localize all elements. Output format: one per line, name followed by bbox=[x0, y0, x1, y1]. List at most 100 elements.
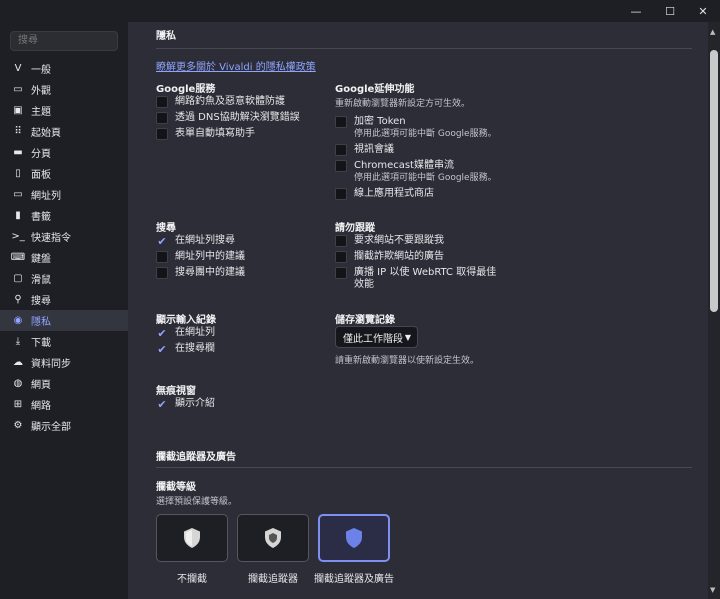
close-button[interactable]: ✕ bbox=[686, 0, 720, 22]
checkbox-row[interactable]: ✔ 在搜尋欄 bbox=[156, 343, 215, 355]
scrollbar[interactable]: ▲ ▼ bbox=[708, 22, 720, 599]
maximize-button[interactable]: ☐ bbox=[653, 0, 687, 22]
checkbox[interactable] bbox=[335, 235, 347, 247]
checkbox-text: 在網址列 bbox=[175, 327, 215, 339]
checkbox-checked[interactable]: ✔ bbox=[156, 327, 168, 339]
checkbox-row[interactable]: 線上應用程式商店 bbox=[335, 188, 434, 200]
private-window-title: 無痕視窗 bbox=[156, 386, 196, 397]
checkbox-row[interactable]: 網址列中的建議 bbox=[156, 251, 245, 263]
sidebar-item[interactable]: ⤓ 下載 bbox=[0, 331, 128, 352]
blocking-option-card[interactable] bbox=[156, 514, 228, 562]
sidebar-item[interactable]: ⚲ 搜尋 bbox=[0, 289, 128, 310]
checkbox-label: 在網址列搜尋 bbox=[175, 235, 235, 246]
browsing-history-select[interactable]: 僅此工作階段 ▼ bbox=[335, 326, 418, 348]
sidebar-item[interactable]: V 一般 bbox=[0, 58, 128, 79]
checkbox-row[interactable]: 表單自動填寫助手 bbox=[156, 128, 255, 140]
checkbox-checked[interactable]: ✔ bbox=[156, 398, 168, 410]
quick-command-icon: >_ bbox=[11, 231, 25, 242]
keyboard-icon: ⌨ bbox=[10, 252, 26, 263]
bookmark-icon: ▮ bbox=[15, 210, 21, 221]
search-title: 搜尋 bbox=[156, 223, 176, 234]
sidebar-item[interactable]: ☁ 資料同步 bbox=[0, 352, 128, 373]
checkbox-row[interactable]: Chromecast媒體串流 停用此選項可能中斷 Google服務。 bbox=[335, 160, 497, 184]
checkbox-label: 廣播 IP 以使 WebRTC 取得最佳效能 bbox=[354, 267, 497, 290]
sidebar-item-label: 滑鼠 bbox=[31, 275, 51, 286]
minimize-button[interactable]: — bbox=[619, 0, 653, 22]
checkbox-row[interactable]: 透過 DNS協助解決瀏覽錯誤 bbox=[156, 112, 300, 124]
checkbox-text: Chromecast媒體串流 停用此選項可能中斷 Google服務。 bbox=[354, 160, 497, 184]
sidebar-item[interactable]: ▬ 分頁 bbox=[0, 142, 128, 163]
sidebar-item[interactable]: ▭ 外觀 bbox=[0, 79, 128, 100]
scroll-thumb[interactable] bbox=[710, 50, 718, 312]
checkbox-text: 攔截詐欺網站的廣告 bbox=[354, 251, 444, 263]
checkbox-label: 表單自動填寫助手 bbox=[175, 128, 255, 139]
checkbox-row[interactable]: ✔ 在網址列搜尋 bbox=[156, 235, 235, 247]
checkbox-label: 視訊會議 bbox=[354, 144, 394, 155]
blocking-level-title: 攔截等級 bbox=[156, 482, 196, 493]
sidebar-item[interactable]: ▭ 網址列 bbox=[0, 184, 128, 205]
shield-icon bbox=[346, 528, 362, 548]
folder-icon: ▭ bbox=[13, 84, 23, 95]
settings-nav: V 一般 ▭ 外觀 ▣ 主題 ⠿ 起始頁 ▬ 分頁 ▯ 面板 ▭ 網址列 ▮ 書籤 >_ 快速指令 ⌨ 鍵盤 ▢ 滑鼠 ⚲ 搜… bbox=[0, 58, 128, 436]
checkmark-icon: ✔ bbox=[157, 342, 167, 356]
checkbox[interactable] bbox=[335, 188, 347, 200]
sidebar-item[interactable]: ▢ 滑鼠 bbox=[0, 268, 128, 289]
checkbox-text: 表單自動填寫助手 bbox=[175, 128, 255, 140]
sidebar-item-label: 網址列 bbox=[31, 191, 61, 202]
browsing-history-title: 儲存瀏覽記錄 bbox=[335, 315, 395, 326]
checkbox[interactable] bbox=[156, 96, 168, 108]
checkbox-text: 透過 DNS協助解決瀏覽錯誤 bbox=[175, 112, 300, 124]
sidebar-item-label: 網路 bbox=[31, 401, 51, 412]
checkbox-label: 顯示介紹 bbox=[175, 398, 215, 409]
checkbox-row[interactable]: ✔ 顯示介紹 bbox=[156, 398, 215, 410]
checkbox[interactable] bbox=[335, 160, 347, 172]
checkbox-row[interactable]: 廣播 IP 以使 WebRTC 取得最佳效能 bbox=[335, 267, 505, 291]
checkbox-row[interactable]: ✔ 在網址列 bbox=[156, 327, 215, 339]
checkbox[interactable] bbox=[335, 144, 347, 156]
sidebar-item[interactable]: ◉ 隱私 bbox=[0, 310, 128, 331]
checkbox-label: 在網址列 bbox=[175, 327, 215, 338]
sidebar-item[interactable]: ⌨ 鍵盤 bbox=[0, 247, 128, 268]
sidebar-item[interactable]: ⠿ 起始頁 bbox=[0, 121, 128, 142]
checkbox-row[interactable]: 視訊會議 bbox=[335, 144, 394, 156]
sidebar-item[interactable]: ⊞ 網路 bbox=[0, 394, 128, 415]
checkbox[interactable] bbox=[335, 267, 347, 279]
sidebar-item-label: 分頁 bbox=[31, 149, 51, 160]
sidebar-item[interactable]: ▣ 主題 bbox=[0, 100, 128, 121]
sidebar-item[interactable]: ◍ 網頁 bbox=[0, 373, 128, 394]
sidebar-item-label: 下載 bbox=[31, 338, 51, 349]
checkbox[interactable] bbox=[156, 251, 168, 263]
sidebar-item[interactable]: ⚙ 顯示全部 bbox=[0, 415, 128, 436]
checkbox-checked[interactable]: ✔ bbox=[156, 235, 168, 247]
sidebar-item[interactable]: >_ 快速指令 bbox=[0, 226, 128, 247]
checkbox[interactable] bbox=[156, 112, 168, 124]
checkbox[interactable] bbox=[335, 116, 347, 128]
grid-icon: ⠿ bbox=[14, 126, 22, 137]
network-icon: ⊞ bbox=[13, 399, 23, 410]
tracker-blocking-title: 攔截追蹤器及廣告 bbox=[156, 452, 236, 463]
checkbox[interactable] bbox=[335, 251, 347, 263]
shield-icon bbox=[184, 528, 200, 548]
sidebar-item[interactable]: ▯ 面板 bbox=[0, 163, 128, 184]
sidebar-item[interactable]: ▮ 書籤 bbox=[0, 205, 128, 226]
checkbox-row[interactable]: 搜尋團中的建議 bbox=[156, 267, 245, 279]
gear-icon: ⚙ bbox=[13, 420, 23, 431]
checkbox-row[interactable]: 攔截詐欺網站的廣告 bbox=[335, 251, 505, 263]
checkbox[interactable] bbox=[156, 128, 168, 140]
checkbox[interactable] bbox=[156, 267, 168, 279]
checkbox-row[interactable]: 要求網站不要跟蹤我 bbox=[335, 235, 505, 247]
blocking-option-label: 攔截追蹤器及廣告 bbox=[314, 574, 394, 585]
settings-search-input[interactable]: 搜尋 bbox=[10, 31, 118, 51]
privacy-policy-link[interactable]: 瞭解更多關於 Vivaldi 的隱私權政策 bbox=[156, 58, 316, 73]
blocking-option-card[interactable] bbox=[318, 514, 390, 562]
checkbox-checked[interactable]: ✔ bbox=[156, 343, 168, 355]
checkbox-row[interactable]: 網路釣魚及惡意軟體防護 bbox=[156, 96, 285, 108]
checkbox-row[interactable]: 加密 Token 停用此選項可能中斷 Google服務。 bbox=[335, 116, 497, 140]
checkbox-text: 視訊會議 bbox=[354, 144, 394, 156]
scroll-up-arrow[interactable]: ▲ bbox=[710, 28, 715, 36]
scroll-down-arrow[interactable]: ▼ bbox=[710, 586, 715, 594]
section-divider bbox=[156, 467, 692, 468]
blocking-option-card[interactable] bbox=[237, 514, 309, 562]
checkbox-label: 搜尋團中的建議 bbox=[175, 267, 245, 278]
sidebar-item-label: 外觀 bbox=[31, 86, 51, 97]
